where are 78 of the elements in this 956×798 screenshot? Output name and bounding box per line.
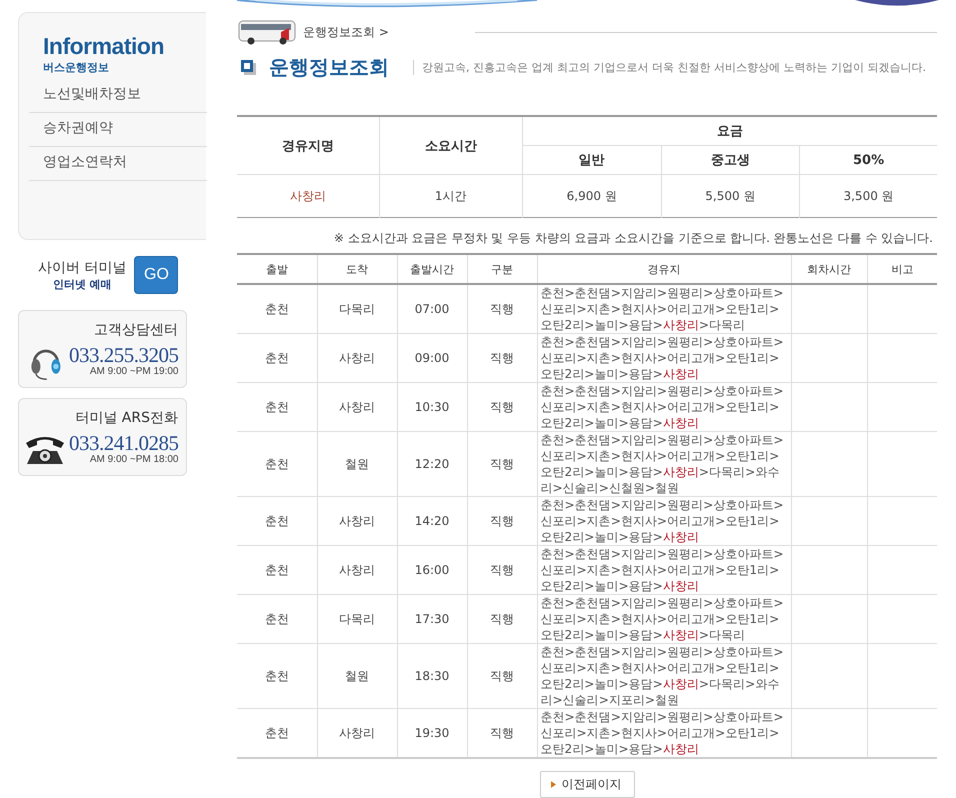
- page-title: 운행정보조회: [269, 54, 389, 81]
- table-cell: 다목리: [317, 284, 397, 334]
- column-header: 소요시간: [379, 116, 522, 174]
- column-header: 도착: [317, 254, 397, 284]
- table-cell: 사창리: [317, 334, 397, 382]
- cyber-terminal-title: 사이버 터미널: [38, 258, 126, 276]
- table-cell: 춘천: [237, 594, 317, 644]
- column-header: 비고: [867, 254, 937, 284]
- column-header: 중고생: [661, 146, 800, 174]
- contact-title: 터미널 ARS전화: [75, 409, 178, 427]
- square-bullet-icon: [241, 60, 257, 76]
- table-cell: 사창리: [317, 496, 397, 546]
- table-cell: 춘천>춘천댐>지암리>원평리>상호아파트>신포리>지촌>현지사>어리고개>오탄1리>오탄2리>놀미>용담>사창리>다목리: [537, 594, 791, 644]
- table-cell: 춘천>춘천댐>지암리>원평리>상호아파트>신포리>지촌>현지사>어리고개>오탄1리>오탄2리>놀미>용담>사창리: [537, 382, 791, 432]
- table-cell: 사창리: [237, 174, 380, 218]
- go-button[interactable]: GO: [134, 256, 178, 294]
- table-cell: 춘천: [237, 708, 317, 758]
- table-cell: 14:20: [397, 496, 467, 546]
- table-cell: 춘천>춘천댐>지암리>원평리>상호아파트>신포리>지촌>현지사>어리고개>오탄1리>오탄2리>놀미>용담>사창리: [537, 334, 791, 382]
- table-cell: 춘천>춘천댐>지암리>원평리>상호아파트>신포리>지촌>현지사>어리고개>오탄1리>오탄2리>놀미>용담>사창리: [537, 496, 791, 546]
- table-cell: 사창리: [317, 382, 397, 432]
- sidebar-title: Information: [42, 33, 165, 60]
- table-cell: 17:30: [397, 594, 467, 644]
- column-header: 50%: [800, 146, 937, 174]
- table-cell: 춘천: [237, 644, 317, 708]
- table-cell: 춘천: [237, 432, 317, 496]
- sidebar-menu-item[interactable]: 영업소연락처: [29, 147, 207, 181]
- table-cell: 다목리: [317, 594, 397, 644]
- contact-title: 고객상담센터: [94, 321, 178, 339]
- table-cell: 직행: [467, 496, 537, 546]
- table-cell: 16:00: [397, 546, 467, 594]
- cyber-terminal-subtitle: 인터넷 예매: [52, 276, 112, 292]
- column-header: 구분: [467, 254, 537, 284]
- table-cell: 춘천: [237, 284, 317, 334]
- table-cell: 직행: [467, 334, 537, 382]
- notice-text: ※ 소요시간과 요금은 무정차 및 우등 차량의 요금과 소요시간을 기준으로 합니다. 완통노선은 다를 수 있습니다.: [332, 230, 933, 247]
- table-cell: 춘천: [237, 496, 317, 546]
- table-cell: 춘천>춘천댐>지암리>원평리>상호아파트>신포리>지촌>현지사>어리고개>오탄1리>오탄2리>놀미>용담>사창리>다목리>와수리>신술리>지포리>철원: [537, 644, 791, 708]
- table-cell: 사창리: [317, 546, 397, 594]
- table-cell: 10:30: [397, 382, 467, 432]
- sidebar-subtitle: 버스운행정보: [42, 60, 110, 75]
- table-cell: 12:20: [397, 432, 467, 496]
- column-header: 경유지명: [237, 116, 380, 174]
- sidebar-menu-item[interactable]: 노선및배차정보: [29, 79, 207, 113]
- sidebar-menu-item[interactable]: 승차권예약: [29, 113, 207, 147]
- column-header: 회차시간: [791, 254, 867, 284]
- table-cell: 직행: [467, 432, 537, 496]
- table-cell: 춘천>춘천댐>지암리>원평리>상호아파트>신포리>지촌>현지사>어리고개>오탄1리>오탄2리>놀미>용담>사창리: [537, 546, 791, 594]
- table-cell: 직행: [467, 644, 537, 708]
- table-cell: 철원: [317, 644, 397, 708]
- tagline: 강원고속, 진흥고속은 업계 최고의 기업으로서 더욱 친절한 서비스향상에 노력하는 기업이 되겠습니다.: [413, 60, 926, 75]
- table-cell: 직행: [467, 284, 537, 334]
- table-cell: 18:30: [397, 644, 467, 708]
- table-cell: 직행: [467, 382, 537, 432]
- breadcrumb: 운행정보조회 >: [303, 24, 389, 40]
- table-cell: 3,500 원: [800, 174, 937, 218]
- phone-number: 033.255.3205: [69, 345, 178, 366]
- previous-page-button[interactable]: 이전페이지: [540, 771, 634, 798]
- triangle-icon: [550, 781, 556, 788]
- table-cell: 철원: [317, 432, 397, 496]
- business-hours: AM 9:00 ~PM 18:00: [90, 454, 178, 465]
- table-cell: 직행: [467, 594, 537, 644]
- phone-number: 033.241.0285: [69, 433, 178, 454]
- column-header: 출발: [237, 254, 317, 284]
- table-cell: 춘천: [237, 334, 317, 382]
- table-cell: 춘천: [237, 382, 317, 432]
- column-header: 일반: [522, 146, 662, 174]
- table-cell: 춘천: [237, 546, 317, 594]
- column-header: 출발시간: [397, 254, 467, 284]
- table-cell: 직행: [467, 546, 537, 594]
- table-cell: 춘천>춘천댐>지암리>원평리>상호아파트>신포리>지촌>현지사>어리고개>오탄1리>오탄2리>놀미>용담>사창리>다목리>와수리>신술리>신철원>철원: [537, 432, 791, 496]
- column-header: 경유지: [537, 254, 791, 284]
- table-cell: 09:00: [397, 334, 467, 382]
- bus-icon: [237, 18, 297, 46]
- table-cell: 춘천>춘천댐>지암리>원평리>상호아파트>신포리>지촌>현지사>어리고개>오탄1리>오탄2리>놀미>용담>사창리>다목리: [537, 284, 791, 334]
- table-cell: 07:00: [397, 284, 467, 334]
- column-header: 요금: [522, 116, 937, 146]
- business-hours: AM 9:00 ~PM 19:00: [90, 366, 178, 377]
